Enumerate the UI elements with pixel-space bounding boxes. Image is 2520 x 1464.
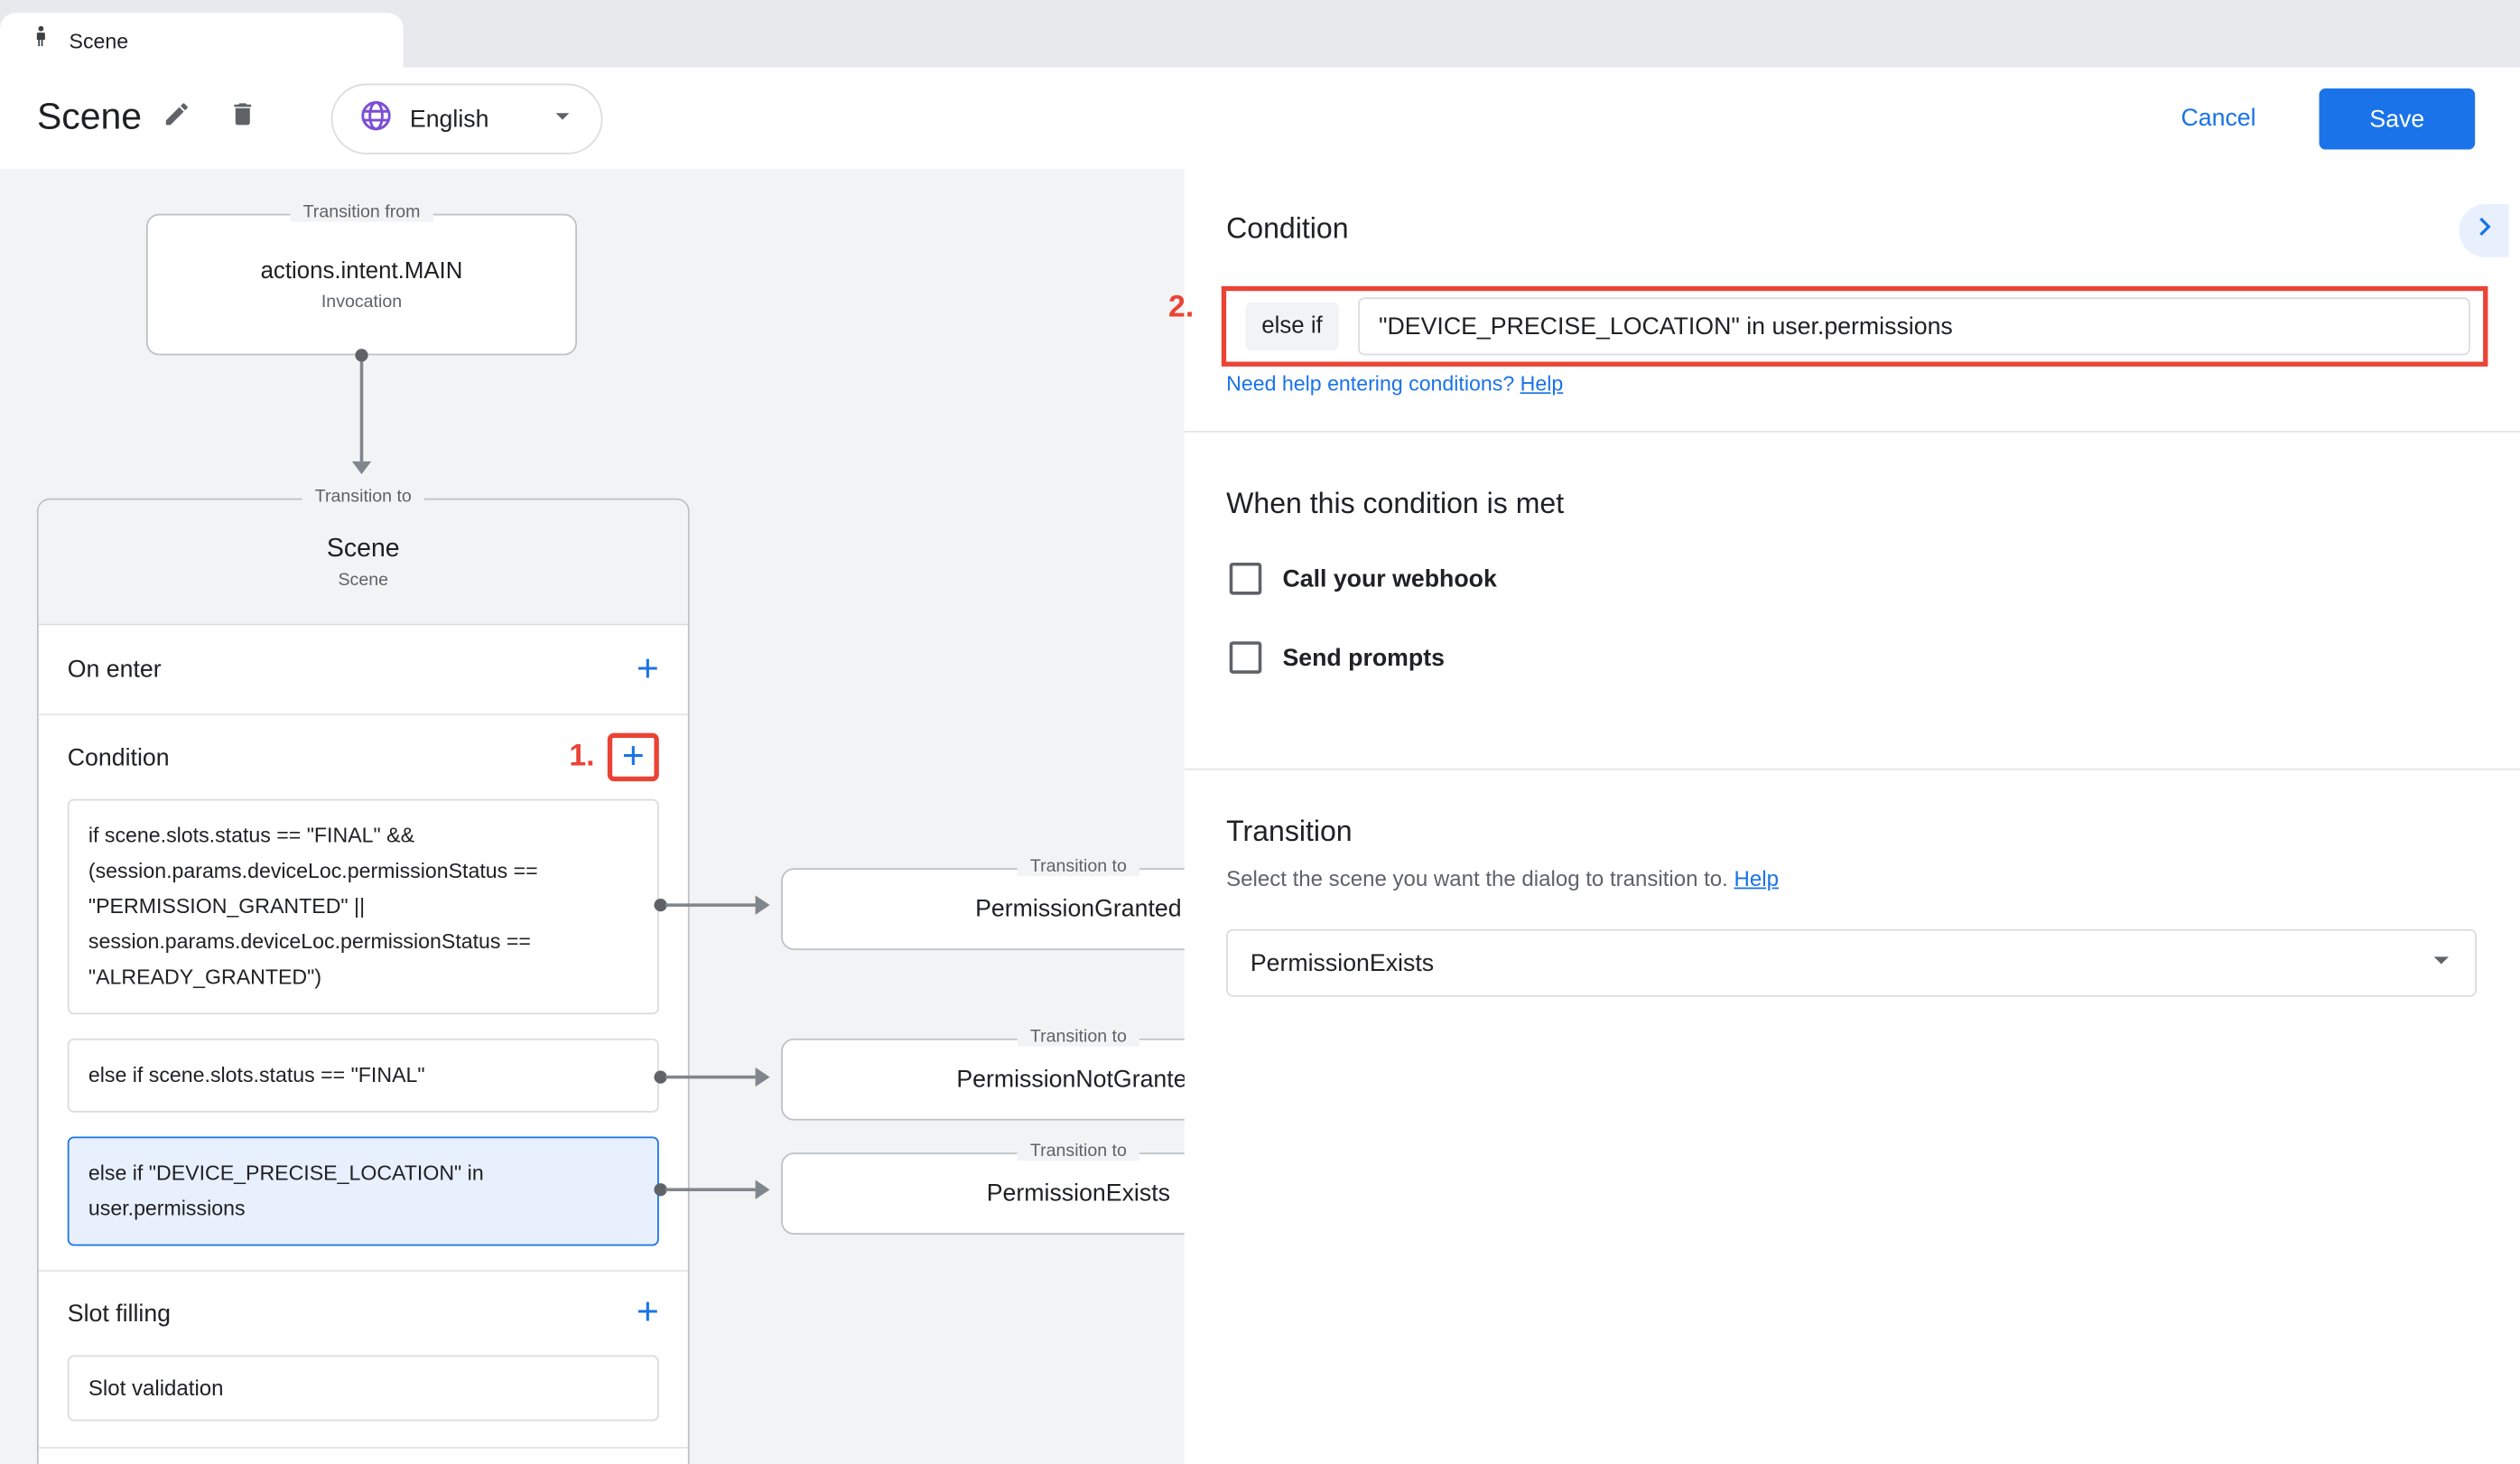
transition-scene-dropdown[interactable]: PermissionExists [1226,929,2477,997]
when-met-heading: When this condition is met [1226,487,1564,520]
add-condition-button[interactable]: + [622,740,645,775]
webhook-option-row: Call your webhook [1230,563,1497,595]
transition-description: Select the scene you want the dialog to … [1226,866,1779,891]
condition-item-2[interactable]: else if scene.slots.status == "FINAL" [68,1039,659,1113]
app-window: Scene Scene English Cancel Save [0,0,2520,1464]
scene-card-subtitle: Scene [338,570,388,589]
scene-graph-canvas: Transition from actions.intent.MAIN Invo… [0,169,1185,1464]
scene-tab[interactable]: Scene [0,13,404,68]
arrow-right-icon [756,1068,770,1086]
target-node-permission-granted[interactable]: Transition to PermissionGranted [781,868,1185,950]
cancel-button[interactable]: Cancel [2181,105,2255,132]
annotation-1: 1. [569,740,594,775]
on-enter-row: On enter + [39,625,688,715]
send-prompts-option-row: Send prompts [1230,641,1445,674]
arrow-down-icon [352,462,371,474]
condition-item-1[interactable]: if scene.slots.status == "FINAL" && (ses… [68,799,659,1015]
annotation-1-highlight-box: + [608,733,659,781]
transition-to-badge: Transition to [302,487,425,506]
call-webhook-label: Call your webhook [1282,565,1496,592]
divider [39,1447,688,1449]
chevron-down-icon [546,98,579,139]
slot-filling-label: Slot filling [68,1300,171,1327]
scene-card-title: Scene [327,535,400,564]
target-node-permission-exists[interactable]: Transition to PermissionExists [781,1152,1185,1235]
connector-dot [355,349,367,361]
arrow-right-icon [756,895,770,914]
scene-card: Transition to Scene Scene On enter + Con… [37,499,690,1464]
condition-expression-input[interactable] [1358,297,2470,355]
condition-help-line: Need help entering conditions? Help [1226,371,1563,396]
target-title: PermissionNotGranted [956,1066,1185,1093]
browser-tab-strip: Scene [0,0,2520,68]
tab-title: Scene [70,28,129,52]
annotation-2-highlight-box: else if [1222,286,2488,367]
help-link[interactable]: Help [1520,371,1564,396]
connector-line [665,1076,756,1079]
connector-line [360,362,364,462]
transition-from-badge: Transition from [290,202,432,221]
transition-description-text: Select the scene you want the dialog to … [1226,866,1734,891]
collapse-panel-button[interactable] [2459,204,2508,257]
transition-to-badge: Transition to [1018,1142,1140,1161]
transition-scene-value: PermissionExists [1251,949,1434,976]
connector-line [665,903,756,907]
target-node-permission-not-granted[interactable]: Transition to PermissionNotGranted [781,1039,1185,1121]
transition-from-title: actions.intent.MAIN [261,258,463,284]
send-prompts-checkbox[interactable] [1230,641,1262,674]
slot-filling-section-row: Slot filling + [39,1272,688,1356]
condition-section-label: Condition [68,743,170,770]
slot-validation-item[interactable]: Slot validation [68,1356,659,1422]
divider [1185,431,2520,433]
person-icon [29,24,53,57]
condition-heading: Condition [1226,212,1348,246]
add-on-enter-button[interactable]: + [637,652,659,687]
globe-icon [358,98,394,141]
condition-detail-panel: Condition 2. else if Need help entering … [1185,169,2520,1464]
call-webhook-checkbox[interactable] [1230,563,1262,595]
transition-from-subtitle: Invocation [321,292,402,311]
annotation-2: 2. [1168,291,1194,326]
language-value: English [410,106,530,133]
transition-to-badge: Transition to [1018,1027,1140,1046]
transition-help-link[interactable]: Help [1734,866,1779,891]
help-prompt-text: Need help entering conditions? [1226,371,1520,396]
condition-section-row: Condition 1. + [39,715,688,799]
arrow-right-icon [756,1180,770,1199]
send-prompts-label: Send prompts [1282,644,1445,671]
add-slot-button[interactable]: + [637,1296,659,1331]
transition-to-badge: Transition to [1018,857,1140,876]
pencil-icon [163,98,191,135]
transition-from-node[interactable]: Transition from actions.intent.MAIN Invo… [146,214,577,356]
chevron-right-icon [2468,210,2500,251]
delete-scene-button[interactable] [220,95,265,140]
language-selector[interactable]: English [331,84,603,154]
else-if-label: else if [1246,303,1339,350]
connector-line [665,1188,756,1191]
save-button[interactable]: Save [2320,89,2476,150]
dropdown-caret-icon [2423,941,2459,984]
divider [1185,769,2520,770]
target-title: PermissionGranted [975,895,1182,922]
trash-icon [228,98,257,135]
header-bar: Scene English Cancel Save [0,68,2520,169]
condition-item-3-selected[interactable]: else if "DEVICE_PRECISE_LOCATION" in use… [68,1136,659,1245]
scene-card-header[interactable]: Transition to Scene Scene [39,500,688,626]
edit-scene-button[interactable] [154,95,200,140]
target-title: PermissionExists [987,1180,1170,1208]
on-enter-label: On enter [68,656,162,683]
page-title: Scene [37,95,142,138]
transition-heading: Transition [1226,815,1353,848]
